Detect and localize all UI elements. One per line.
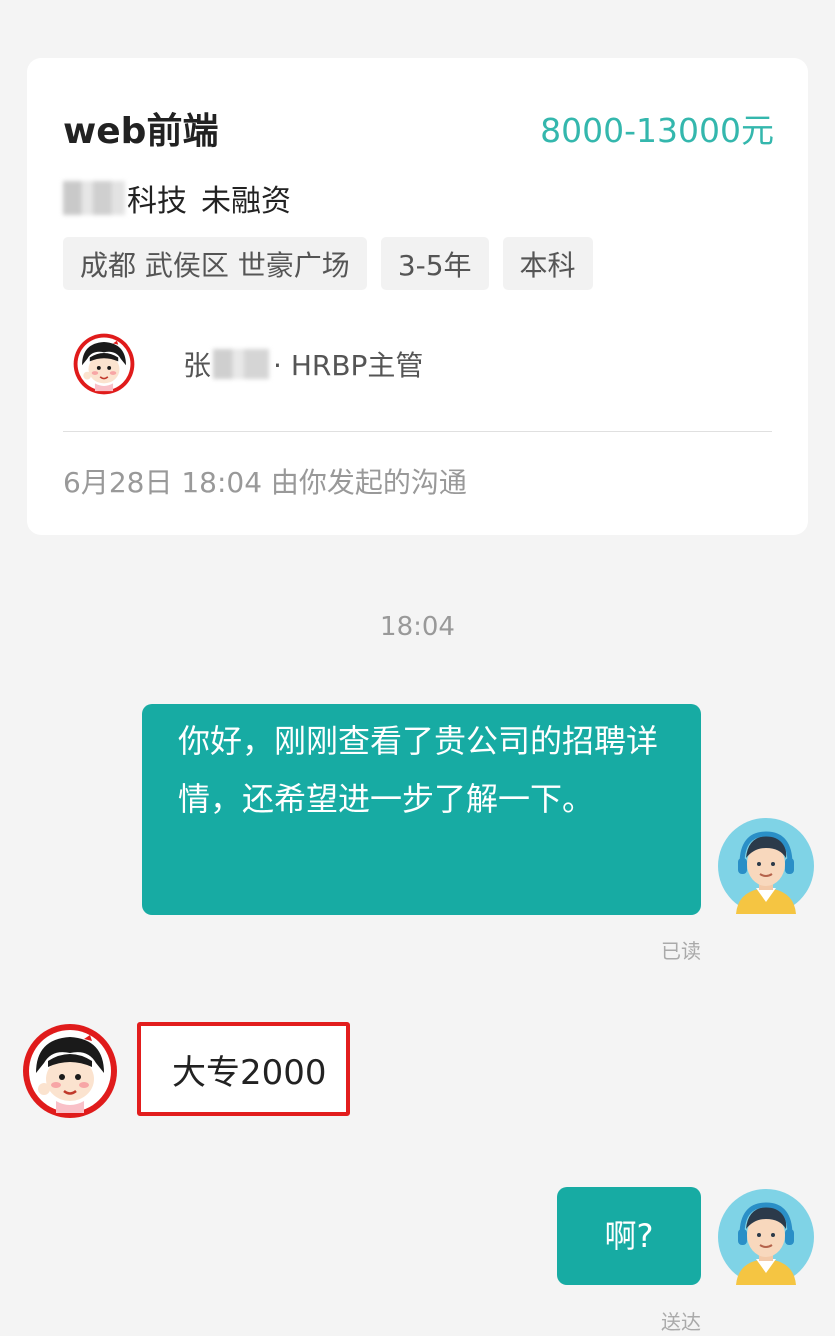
recruiter-surname: 张 [183, 349, 212, 382]
company-suffix: 科技 [127, 184, 187, 219]
message-bubble-outgoing[interactable]: 啊? [557, 1187, 701, 1285]
my-avatar-icon[interactable] [718, 1189, 814, 1285]
tag-location: 成都 武侯区 世豪广场 [63, 237, 367, 290]
message-bubble-incoming[interactable]: 大专2000 [137, 1022, 350, 1116]
recruiter-name: 张 · HRBP主管 [183, 344, 423, 384]
job-salary: 8000-13000元 [540, 111, 774, 150]
message-status-delivered: 送达 [661, 1310, 701, 1334]
recruiter-avatar-icon[interactable] [73, 333, 135, 395]
tag-experience: 3-5年 [380, 237, 489, 290]
message-status-read: 已读 [661, 939, 701, 963]
recruiter-name-redacted [213, 349, 270, 379]
recruiter-row[interactable]: 张 · HRBP主管 [73, 333, 423, 395]
chat-timestamp: 18:04 [380, 612, 455, 642]
message-bubble-outgoing[interactable]: 你好，刚刚查看了贵公司的招聘详情，还希望进一步了解一下。 [142, 704, 701, 915]
company-row: 科技 未融资 [63, 176, 291, 220]
company-funding: 未融资 [201, 184, 291, 219]
job-title: web前端 [63, 111, 219, 152]
recruiter-role: · HRBP主管 [273, 349, 424, 382]
conversation-started-note: 6月28日 18:04 由你发起的沟通 [63, 466, 467, 499]
recruiter-chat-avatar-icon[interactable] [22, 1023, 118, 1119]
job-card[interactable]: web前端 8000-13000元 科技 未融资 成都 武侯区 世豪广场 3-5… [27, 58, 808, 535]
job-tags: 成都 武侯区 世豪广场 3-5年 本科 [63, 237, 593, 290]
card-divider [63, 431, 772, 432]
company-name-redacted [63, 181, 125, 215]
tag-education: 本科 [502, 237, 593, 290]
my-avatar-icon[interactable] [718, 818, 814, 914]
